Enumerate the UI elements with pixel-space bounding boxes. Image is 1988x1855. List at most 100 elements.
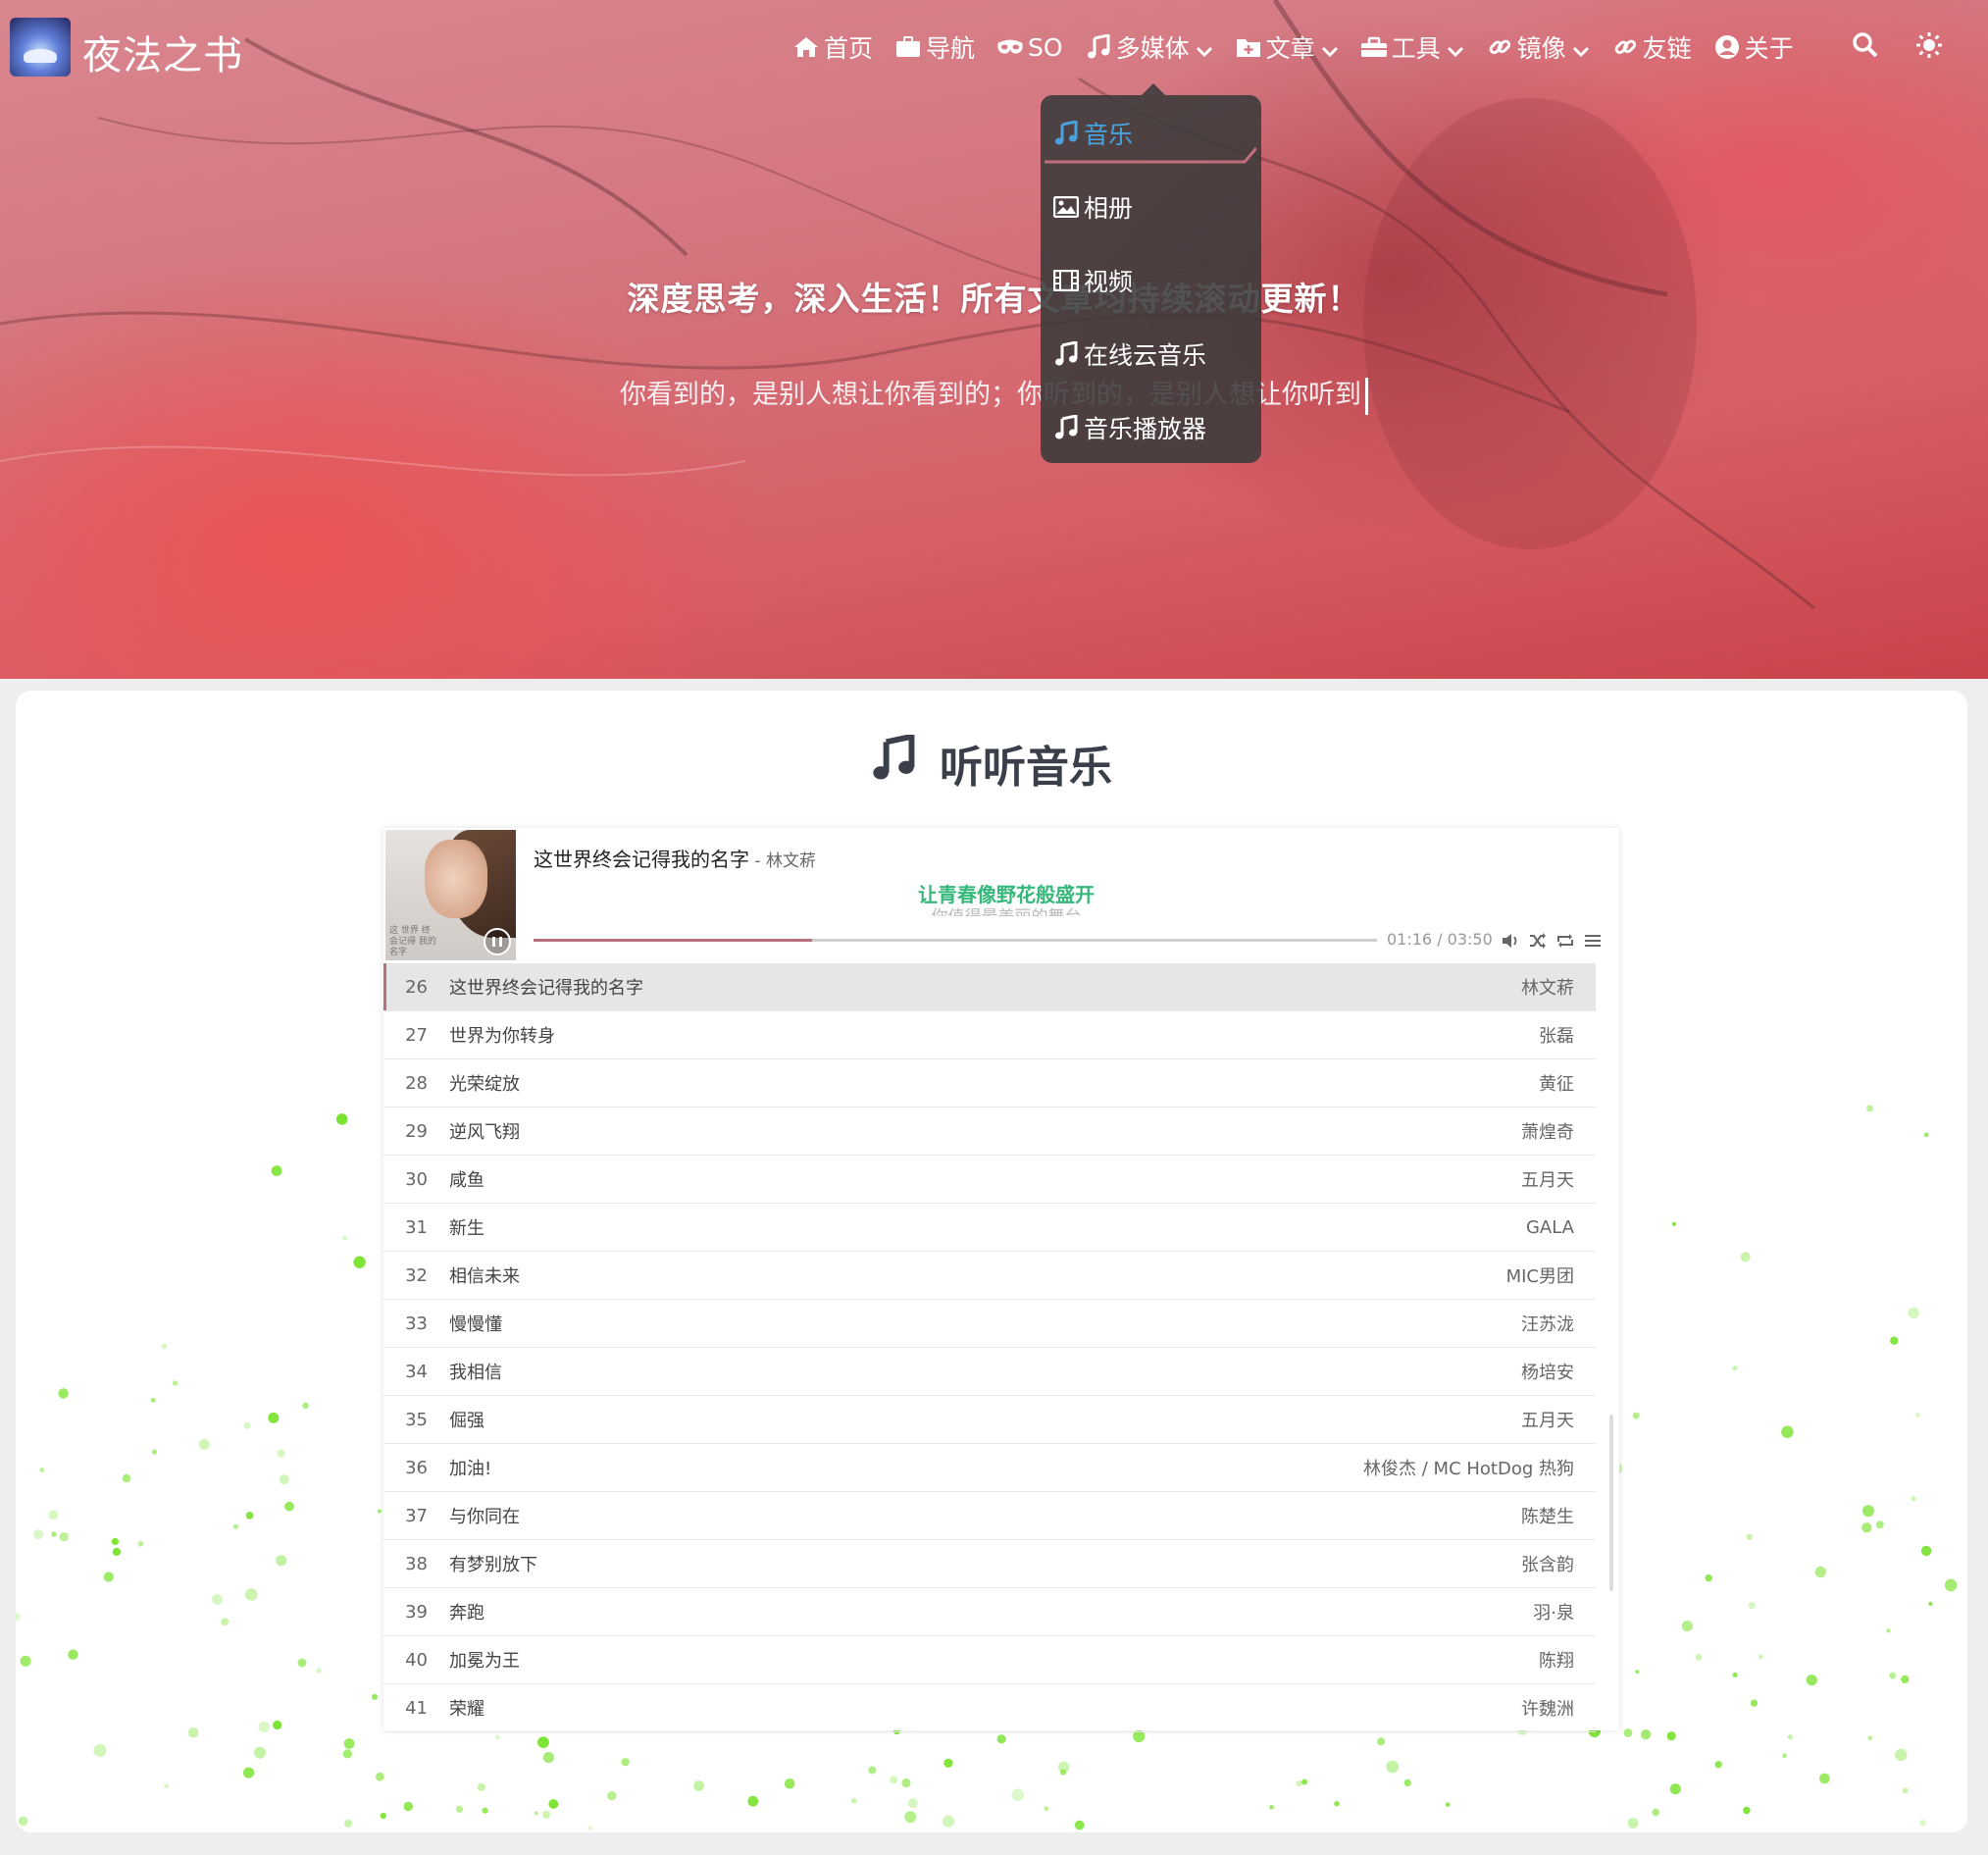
particle-dot — [1743, 1806, 1751, 1815]
particle-dot — [59, 1532, 69, 1542]
particle-dot — [542, 1811, 550, 1819]
album-cover[interactable]: 这 世界 终会记得 我的名字 — [385, 830, 516, 960]
nav-item-home[interactable]: 首页 — [792, 29, 873, 65]
particle-dot — [1867, 1735, 1873, 1741]
particle-dot — [335, 1113, 348, 1125]
pause-button[interactable] — [484, 928, 511, 955]
nav-item-friend-links[interactable]: 友链 — [1611, 29, 1692, 65]
playlist-row[interactable]: 40 加冕为王 陈翔 — [383, 1636, 1596, 1684]
particle-dot — [482, 1807, 488, 1814]
chevron-down-icon — [1572, 38, 1590, 58]
playlist-scrollbar[interactable] — [1609, 1415, 1613, 1591]
playlist-row[interactable]: 27 世界为你转身 张磊 — [383, 1011, 1596, 1059]
particle-dot — [996, 1734, 1006, 1744]
nav-item-so[interactable]: SO — [996, 33, 1063, 62]
sun-icon[interactable] — [1915, 31, 1943, 63]
track-artist: GALA — [1525, 1216, 1574, 1238]
volume-icon[interactable] — [1500, 930, 1521, 952]
image-icon — [1052, 193, 1080, 221]
hero-subtitle: 你看到的，是别人想让你看到的；你听到的，是别人想让你听到 — [0, 373, 1988, 415]
hero-title: 深度思考，深入生活！所有文章均持续滚动更新！ — [627, 280, 1361, 318]
particle-dot — [455, 1805, 464, 1813]
playlist-row[interactable]: 37 与你同在 陈楚生 — [383, 1492, 1596, 1540]
playlist-row[interactable]: 36 加油! 林俊杰 / MC HotDog 热狗 — [383, 1444, 1596, 1492]
site-name[interactable]: 夜法之书 — [82, 24, 243, 80]
track-title: 有梦别放下 — [449, 1555, 537, 1575]
nav-item-articles[interactable]: 文章 — [1235, 29, 1339, 65]
playlist-row[interactable]: 30 咸鱼 五月天 — [383, 1156, 1596, 1204]
particle-dot — [1011, 1788, 1025, 1801]
particle-dot — [1269, 1804, 1274, 1810]
particle-dot — [276, 1555, 287, 1567]
track-artist: 张磊 — [1539, 1026, 1574, 1047]
playlist-row[interactable]: 34 我相信 杨培安 — [383, 1348, 1596, 1396]
dropdown-item-music-player[interactable]: 音乐播放器 — [1052, 408, 1206, 447]
time-display: 01:16 / 03:50 — [1387, 930, 1493, 949]
particle-dot — [1889, 1672, 1897, 1679]
particle-dot — [1732, 1365, 1738, 1371]
chevron-down-icon — [1196, 38, 1213, 58]
particle-dot — [1923, 1132, 1929, 1138]
particle-dot — [1403, 1778, 1411, 1786]
playlist-row[interactable]: 32 相信未来 MIC男团 — [383, 1252, 1596, 1300]
playlist-row[interactable]: 28 光荣绽放 黄征 — [383, 1059, 1596, 1108]
nav-item-about[interactable]: 关于 — [1713, 29, 1794, 65]
particle-dot — [1681, 1621, 1693, 1632]
nav-item-multimedia[interactable]: 多媒体 — [1085, 29, 1213, 65]
particle-dot — [279, 1474, 289, 1485]
particle-dot — [1695, 1654, 1703, 1661]
track-number: 40 — [405, 1649, 428, 1671]
playlist-row[interactable]: 31 新生 GALA — [383, 1204, 1596, 1252]
nav-item-tools[interactable]: 工具 — [1360, 29, 1464, 65]
playlist-row[interactable]: 29 逆风飞翔 萧煌奇 — [383, 1108, 1596, 1156]
particle-dot — [258, 1721, 270, 1733]
shuffle-icon[interactable] — [1527, 930, 1549, 952]
particle-dot — [232, 1523, 238, 1529]
particle-dot — [316, 1668, 322, 1674]
search-icon[interactable] — [1852, 31, 1879, 63]
particle-dot — [1296, 1780, 1302, 1787]
repeat-icon[interactable] — [1555, 930, 1576, 952]
particle-dot — [1714, 1761, 1722, 1769]
track-number: 41 — [405, 1697, 428, 1719]
particle-dot — [494, 1734, 500, 1740]
particle-dot — [1652, 1808, 1659, 1817]
particle-dot — [850, 1797, 857, 1804]
playlist-row[interactable]: 41 荣耀 许魏洲 — [383, 1684, 1596, 1732]
dropdown-item-video[interactable]: 视频 — [1052, 261, 1133, 300]
particle-dot — [172, 1380, 178, 1386]
nav-item-navigation[interactable]: 导航 — [894, 29, 975, 65]
playlist-icon[interactable] — [1582, 930, 1604, 952]
hero-banner: 夜法之书 首页 导航 SO 多媒体 文章 工具 镜像 友链 关于 深度思考，深入… — [0, 0, 1988, 679]
dropdown-item-cloud-music[interactable]: 在线云音乐 — [1052, 335, 1206, 374]
playlist-row[interactable]: 39 奔跑 羽·泉 — [383, 1588, 1596, 1636]
playlist-row[interactable]: 35 倔强 五月天 — [383, 1396, 1596, 1444]
playlist-row[interactable]: 38 有梦别放下 张含韵 — [383, 1540, 1596, 1588]
chevron-down-icon — [1447, 38, 1464, 58]
particle-dot — [151, 1449, 158, 1455]
dropdown-item-album[interactable]: 相册 — [1052, 187, 1133, 227]
track-title: 慢慢懂 — [449, 1314, 502, 1335]
particle-dot — [344, 1819, 353, 1828]
track-title: 我相信 — [449, 1363, 502, 1383]
track-artist: 五月天 — [1521, 1411, 1574, 1431]
particle-dot — [198, 1438, 210, 1450]
nav-item-mirror[interactable]: 镜像 — [1486, 29, 1590, 65]
multimedia-dropdown: 音乐 相册 视频 在线云音乐 音乐播放器 — [1041, 83, 1261, 463]
track-number: 35 — [405, 1409, 428, 1430]
particle-dot — [1627, 1818, 1639, 1829]
particle-dot — [942, 1815, 955, 1828]
particle-dot — [1875, 1520, 1884, 1529]
particle-dot — [1059, 1769, 1067, 1776]
site-logo[interactable] — [10, 18, 71, 77]
particle-dot — [271, 1165, 282, 1176]
playlist-row[interactable]: 33 慢慢懂 汪苏泷 — [383, 1300, 1596, 1348]
track-number: 30 — [405, 1168, 428, 1190]
progress-bar[interactable] — [534, 939, 1377, 942]
particle-dot — [747, 1795, 759, 1807]
particle-dot — [537, 1736, 549, 1748]
particle-dot — [1866, 1105, 1873, 1112]
particle-dot — [353, 1256, 366, 1268]
playlist-row[interactable]: 26 这世界终会记得我的名字 林文菥 — [383, 963, 1596, 1011]
track-artist: 黄征 — [1539, 1074, 1574, 1095]
